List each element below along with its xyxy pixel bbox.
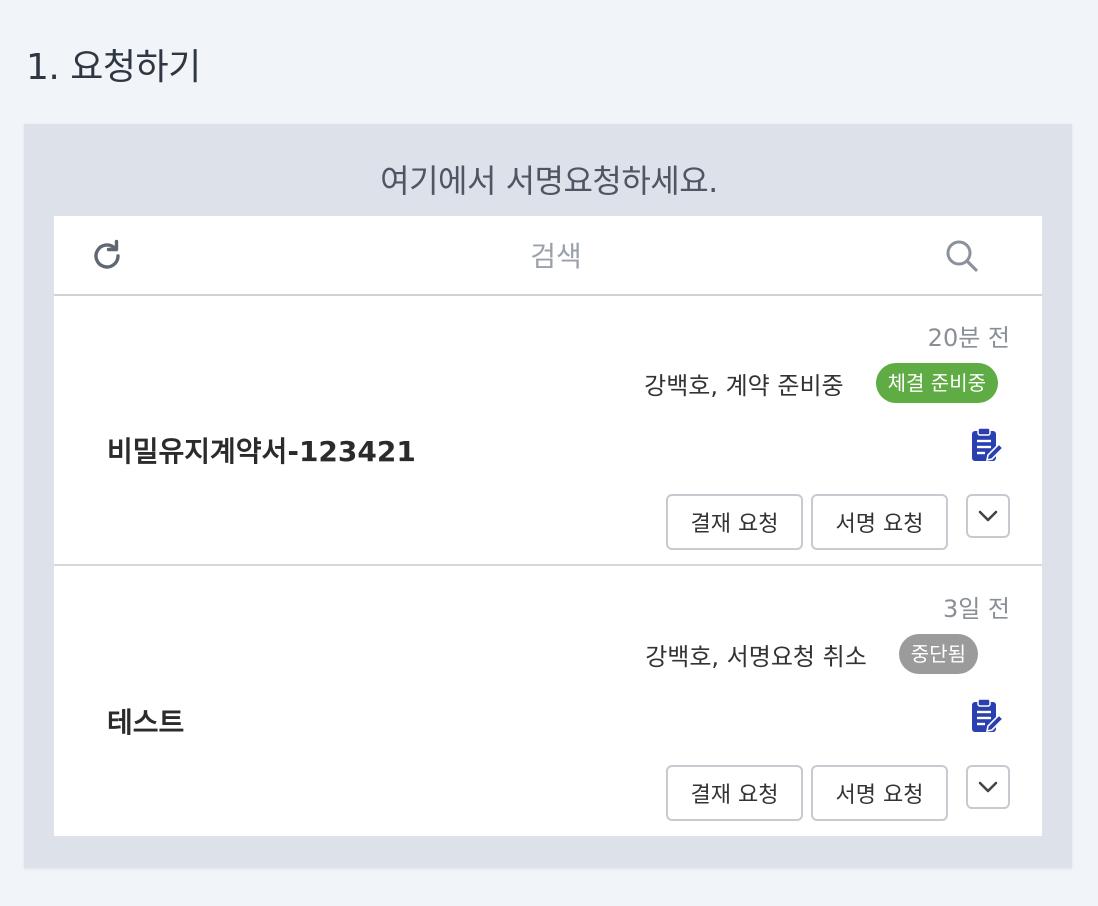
item-status: 강백호, 서명요청 취소	[645, 642, 867, 671]
refresh-icon[interactable]	[88, 237, 126, 275]
status-badge: 중단됨	[898, 634, 978, 674]
chevron-down-icon[interactable]	[966, 494, 1010, 538]
search-icon[interactable]	[944, 238, 980, 274]
status-row: 강백호, 계약 준비중 체결 준비중	[644, 362, 998, 404]
page-title: 1. 요청하기	[26, 47, 201, 88]
list-item[interactable]: 20분 전 강백호, 계약 준비중 체결 준비중 비밀유지계약서-123421 …	[54, 296, 1042, 566]
item-time: 3일 전	[942, 595, 1010, 623]
item-actions: 결재 요청 서명 요청	[666, 494, 1010, 550]
approval-request-button[interactable]: 결재 요청	[666, 494, 803, 550]
list-item[interactable]: 3일 전 강백호, 서명요청 취소 중단됨 테스트 결재 요청 서명 요청	[54, 567, 1042, 837]
search-input[interactable]	[354, 234, 758, 278]
search-toolbar	[54, 216, 1042, 296]
status-row: 강백호, 서명요청 취소 중단됨	[645, 633, 978, 675]
clipboard-edit-icon[interactable]	[968, 697, 1005, 735]
status-badge: 체결 준비중	[875, 363, 998, 403]
panel-caption: 여기에서 서명요청하세요.	[380, 162, 718, 200]
document-title[interactable]: 비밀유지계약서-123421	[107, 430, 416, 470]
item-actions: 결재 요청 서명 요청	[666, 765, 1010, 821]
approval-request-button[interactable]: 결재 요청	[666, 765, 803, 821]
sign-request-button[interactable]: 서명 요청	[811, 765, 948, 821]
document-title[interactable]: 테스트	[107, 701, 184, 741]
item-time: 20분 전	[927, 324, 1010, 352]
item-status: 강백호, 계약 준비중	[644, 371, 844, 400]
chevron-down-icon[interactable]	[966, 765, 1010, 809]
clipboard-edit-icon[interactable]	[968, 426, 1005, 464]
document-list-card: 20분 전 강백호, 계약 준비중 체결 준비중 비밀유지계약서-123421 …	[54, 216, 1042, 836]
sign-request-button[interactable]: 서명 요청	[811, 494, 948, 550]
